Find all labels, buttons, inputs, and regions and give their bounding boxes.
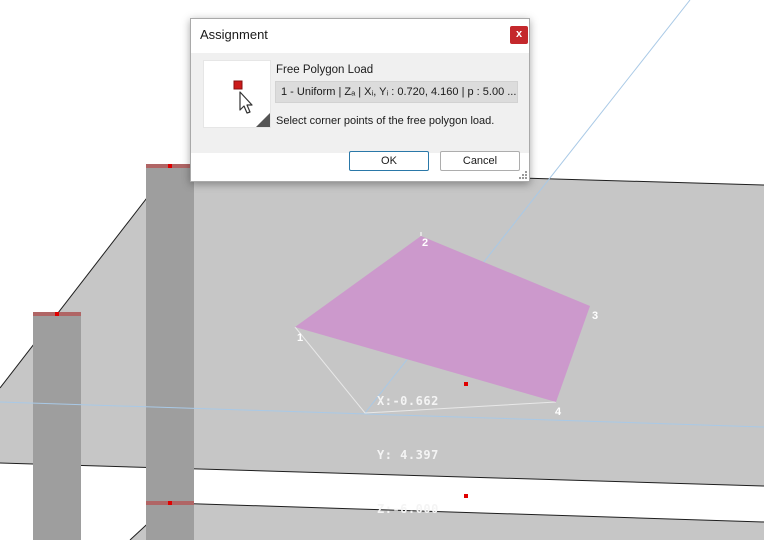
vertex-label-3: 3: [592, 310, 599, 322]
node-point-left: [55, 312, 59, 316]
assignment-dialog: Assignment x Free Polygon Load 1 - Unifo…: [190, 18, 530, 182]
ok-button[interactable]: OK: [349, 151, 429, 171]
cursor-point: [464, 382, 468, 386]
close-button[interactable]: x: [510, 26, 528, 44]
column-left: [33, 314, 81, 540]
vertex-label-4: 4: [555, 406, 562, 418]
load-description-field[interactable]: 1 - Uniform | Zₐ | Xᵢ, Yᵢ : 0.720, 4.160…: [275, 81, 518, 103]
dialog-body: Free Polygon Load 1 - Uniform | Zₐ | Xᵢ,…: [191, 53, 529, 153]
coord-z: Z:-6.000: [377, 502, 439, 516]
cancel-button[interactable]: Cancel: [440, 151, 520, 171]
dialog-title: Assignment: [200, 27, 268, 42]
load-type-label: Free Polygon Load: [276, 64, 374, 76]
node-point-center: [168, 164, 172, 168]
instruction-text: Select corner points of the free polygon…: [276, 115, 495, 127]
column-center: [146, 166, 194, 540]
node-point-center-lower: [168, 501, 172, 505]
coord-x: X:-0.662: [377, 394, 439, 408]
coord-y: Y: 4.397: [377, 448, 439, 462]
resize-grip-icon[interactable]: [519, 171, 527, 179]
pick-cursor-icon: [203, 60, 271, 128]
vertex-label-2: 2: [422, 237, 429, 249]
vertex-label-1: 1: [297, 332, 304, 344]
node-point-lower: [464, 494, 468, 498]
coordinate-readout: X:-0.662 Y: 4.397 Z:-6.000: [377, 356, 439, 536]
